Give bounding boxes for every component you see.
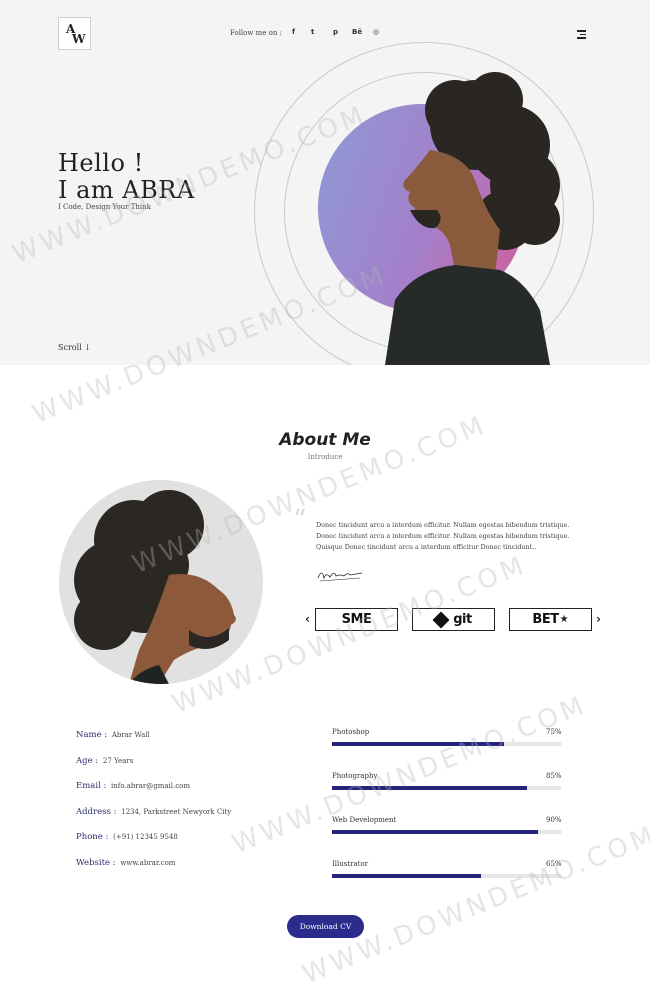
scroll-link[interactable]: Scroll ↓ xyxy=(58,343,91,352)
brands-next-arrow[interactable]: › xyxy=(596,612,601,626)
brand-logo-git: git xyxy=(412,608,495,631)
dribbble-icon[interactable]: ◎ xyxy=(373,28,379,36)
info-label: Address : xyxy=(76,807,117,817)
brand-git-label: git xyxy=(453,612,472,627)
brand-bet-label: BET xyxy=(532,612,559,627)
info-value[interactable]: info.abrar@gmail.com xyxy=(111,782,190,790)
watermark-text: WWW.DOWNDEMO.COM xyxy=(228,689,592,861)
site-logo[interactable]: A W xyxy=(58,17,91,50)
info-value[interactable]: www.abrar.com xyxy=(120,859,175,867)
brand-logo-bet: BET ★ xyxy=(509,608,592,631)
skill-percent: 65% xyxy=(546,860,562,868)
info-name: Name : Abrar Wall xyxy=(76,730,150,740)
hero-heading-line2: I am ABRA xyxy=(58,176,195,204)
about-subtitle: Introduce xyxy=(307,453,343,461)
skill-bar-fill xyxy=(332,786,527,790)
facebook-icon[interactable]: f xyxy=(292,28,295,36)
git-icon xyxy=(432,611,450,628)
skill-bar-track xyxy=(332,830,561,834)
skill-percent: 85% xyxy=(546,772,562,780)
info-phone: Phone : (+91) 12345 9548 xyxy=(76,832,178,842)
info-email: Email : info.abrar@gmail.com xyxy=(76,781,190,791)
brand-sme-label: SME xyxy=(341,612,372,627)
skill-name: Illustrator xyxy=(332,860,369,868)
info-label: Website : xyxy=(76,858,116,868)
skill-bar-fill xyxy=(332,830,539,834)
skill-percent: 90% xyxy=(546,816,562,824)
info-label: Phone : xyxy=(76,832,109,842)
hero-portrait xyxy=(385,72,560,365)
hero-tagline: I Code, Design Your Think xyxy=(58,203,151,211)
hero-section: A W Follow me on : f t p Bē ◎ Hello ! I … xyxy=(0,0,650,365)
info-age: Age : 27 Years xyxy=(76,756,133,766)
info-label: Name : xyxy=(76,730,108,740)
about-quote: Donec tincidunt arcu a interdum efficitu… xyxy=(316,521,570,551)
hero-heading: Hello ! I am ABRA xyxy=(58,150,195,204)
info-website: Website : www.abrar.com xyxy=(76,858,175,868)
about-portrait xyxy=(59,480,263,684)
info-label: Email : xyxy=(76,781,107,791)
brand-logo-sme: SME xyxy=(315,608,398,631)
skill-bar-fill xyxy=(332,742,504,746)
signature-image xyxy=(317,572,363,582)
download-cv-button[interactable]: Download CV xyxy=(287,915,364,938)
skill-bar-track xyxy=(332,786,561,790)
quote-icon: “ xyxy=(293,505,307,535)
skill-bar-track xyxy=(332,742,561,746)
logo-letter-w: W xyxy=(72,32,86,46)
info-value: Abrar Wall xyxy=(111,731,150,739)
info-value: 27 Years xyxy=(102,757,134,765)
skill-bar-fill xyxy=(332,874,481,878)
pinterest-icon[interactable]: p xyxy=(333,28,338,36)
hero-heading-line1: Hello ! xyxy=(58,149,144,177)
about-title: About Me xyxy=(279,430,371,450)
skill-percent: 75% xyxy=(546,728,562,736)
twitter-icon[interactable]: t xyxy=(311,28,314,36)
skill-name: Photoshop xyxy=(332,728,370,736)
skill-name: Photography xyxy=(332,772,378,780)
info-value: (+91) 12345 9548 xyxy=(113,833,178,841)
watermark-text: WWW.DOWNDEMO.COM xyxy=(298,819,650,991)
info-value: 1234, Parkstreet Newyork City xyxy=(121,808,232,816)
star-icon: ★ xyxy=(559,614,569,625)
skill-bar-track xyxy=(332,874,561,878)
info-label: Age : xyxy=(76,756,99,766)
skill-name: Web Development xyxy=(332,816,397,824)
brands-prev-arrow[interactable]: ‹ xyxy=(305,612,310,626)
follow-label: Follow me on : xyxy=(230,29,282,37)
behance-icon[interactable]: Bē xyxy=(352,28,362,36)
info-address: Address : 1234, Parkstreet Newyork City xyxy=(76,807,231,817)
menu-icon[interactable] xyxy=(577,30,586,39)
